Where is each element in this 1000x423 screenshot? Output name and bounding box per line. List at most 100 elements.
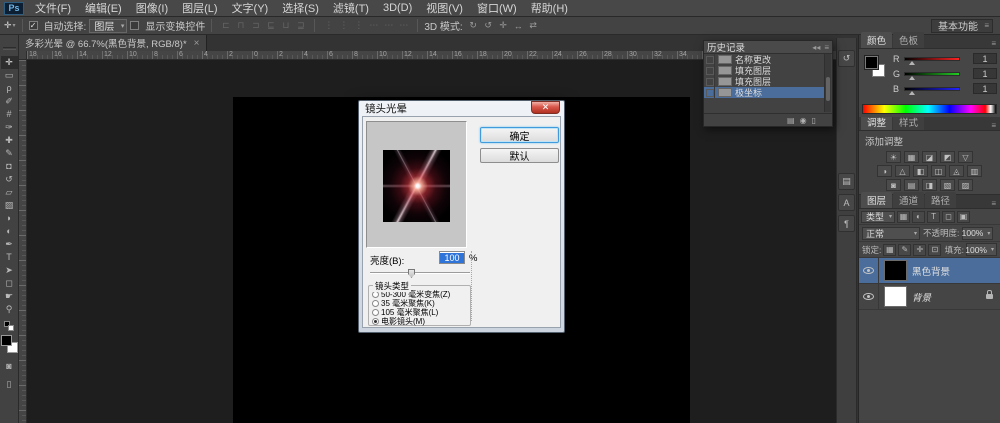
hand-tool[interactable]: ☛	[1, 290, 18, 303]
history-panel-icon[interactable]: ↺	[838, 50, 855, 67]
selective-color-icon[interactable]: ▨	[958, 179, 973, 191]
type-tool[interactable]: T	[1, 251, 18, 264]
menu-item[interactable]: 窗口(W)	[470, 0, 524, 16]
ok-button[interactable]: 确定	[480, 127, 559, 143]
lock-pixels-icon[interactable]: ✎	[898, 244, 911, 256]
menu-item[interactable]: 文件(F)	[28, 0, 78, 16]
align-horizontal-centers-icon[interactable]: ⊓	[233, 19, 248, 33]
menu-item[interactable]: 帮助(H)	[524, 0, 575, 16]
brightness-slider[interactable]	[370, 272, 470, 274]
tab-channels[interactable]: 通道	[893, 192, 924, 208]
tab-paths[interactable]: 路径	[925, 192, 956, 208]
panel-menu-icon[interactable]: ≡	[991, 199, 998, 208]
distribute-bottom-icon[interactable]: ⋮	[351, 19, 366, 33]
color-spectrum-ramp[interactable]	[862, 104, 997, 114]
shape-layer-filter-icon[interactable]: ◻	[942, 211, 955, 223]
move-tool[interactable]: ✛	[1, 56, 18, 69]
eraser-tool[interactable]: ▱	[1, 186, 18, 199]
panel-menu-icon[interactable]: ≡	[824, 43, 829, 52]
curves-icon[interactable]: ◪	[922, 151, 937, 163]
channel-value[interactable]: 1	[973, 83, 997, 94]
menu-item[interactable]: 图层(L)	[175, 0, 224, 16]
align-top-edges-icon[interactable]: ⊑	[263, 19, 278, 33]
menu-item[interactable]: 3D(D)	[376, 2, 419, 14]
slider-thumb[interactable]	[408, 269, 415, 278]
channel-slider[interactable]	[904, 87, 960, 91]
channel-mixer-icon[interactable]: ◬	[949, 165, 964, 177]
default-button[interactable]: 默认	[480, 148, 559, 163]
slider-thumb-icon[interactable]	[909, 73, 915, 80]
history-brush-tool[interactable]: ↺	[1, 173, 18, 186]
color-lookup-icon[interactable]: ▥	[967, 165, 982, 177]
paragraph-panel-icon[interactable]: ¶	[838, 215, 855, 232]
3d-roll-icon[interactable]: ↺	[481, 19, 496, 33]
current-tool-preset[interactable]: ✛ ▾	[4, 20, 16, 31]
menu-item[interactable]: 图像(I)	[129, 0, 175, 16]
character-panel-icon[interactable]: A	[838, 194, 855, 211]
menu-item[interactable]: 编辑(E)	[78, 0, 129, 16]
3d-slide-icon[interactable]: ↔	[511, 19, 526, 33]
channel-slider[interactable]	[904, 72, 960, 76]
black-white-icon[interactable]: ◧	[913, 165, 928, 177]
new-doc-from-state-icon[interactable]: ▤	[787, 116, 795, 125]
exposure-icon[interactable]: ◩	[940, 151, 955, 163]
document-tab[interactable]: 多彩光晕 @ 66.7%(黑色背景, RGB/8)* ×	[19, 35, 207, 51]
screen-mode-button[interactable]: ▯	[1, 378, 18, 391]
lens-type-radio[interactable]: 电影镜头(M)	[369, 317, 470, 326]
delete-state-icon[interactable]: ▯	[812, 116, 816, 125]
clone-stamp-tool[interactable]: ◘	[1, 160, 18, 173]
channel-slider[interactable]	[904, 57, 960, 61]
foreground-color-swatch[interactable]	[1, 335, 12, 346]
tab-swatches[interactable]: 色板	[893, 32, 924, 48]
align-vertical-centers-icon[interactable]: ⊔	[278, 19, 293, 33]
shape-tool[interactable]: ◻	[1, 277, 18, 290]
smart-object-filter-icon[interactable]: ▣	[957, 211, 970, 223]
eyedropper-tool[interactable]: ✑	[1, 121, 18, 134]
tab-layers[interactable]: 图层	[861, 192, 892, 208]
brush-tool[interactable]: ✎	[1, 147, 18, 160]
history-item[interactable]: 填充图层	[704, 76, 824, 87]
3d-rotate-icon[interactable]: ↻	[466, 19, 481, 33]
spot-healing-tool[interactable]: ✚	[1, 134, 18, 147]
history-item[interactable]: 极坐标	[704, 87, 824, 98]
align-right-edges-icon[interactable]: ⊐	[248, 19, 263, 33]
lock-transparent-icon[interactable]: ▦	[883, 244, 896, 256]
default-colors-icon[interactable]	[4, 321, 14, 331]
opacity-field[interactable]: 100%	[962, 227, 993, 240]
gradient-map-icon[interactable]: ▧	[940, 179, 955, 191]
3d-scale-icon[interactable]: ⇄	[526, 19, 541, 33]
history-source-checkbox[interactable]	[704, 54, 715, 65]
menu-item[interactable]: 选择(S)	[275, 0, 326, 16]
slider-thumb-icon[interactable]	[909, 88, 915, 95]
pixel-layer-filter-icon[interactable]: ▦	[897, 211, 910, 223]
menu-item[interactable]: 文字(Y)	[225, 0, 276, 16]
blur-tool[interactable]: ◗	[1, 212, 18, 225]
hue-saturation-icon[interactable]: ◑	[877, 165, 892, 177]
levels-icon[interactable]: ▦	[904, 151, 919, 163]
dodge-tool[interactable]: ◐	[1, 225, 18, 238]
scrollbar-thumb[interactable]	[826, 77, 830, 101]
distribute-horizontal-centers-icon[interactable]: ⋯	[381, 19, 396, 33]
collapse-panel-icon[interactable]: ◂◂	[812, 43, 820, 52]
auto-select-target-dropdown[interactable]: 图层	[89, 19, 127, 33]
panel-menu-icon[interactable]: ≡	[991, 121, 998, 130]
distribute-right-icon[interactable]: ⋯	[396, 19, 411, 33]
color-balance-icon[interactable]: △	[895, 165, 910, 177]
flare-preview-image[interactable]	[383, 150, 450, 222]
gradient-tool[interactable]: ▨	[1, 199, 18, 212]
pen-tool[interactable]: ✒	[1, 238, 18, 251]
toolstrip-grip[interactable]	[3, 47, 16, 50]
vibrance-icon[interactable]: ▽	[958, 151, 973, 163]
quick-mask-button[interactable]: ◙	[1, 359, 18, 372]
quick-selection-tool[interactable]: ✐	[1, 95, 18, 108]
auto-select-checkbox[interactable]	[29, 21, 38, 30]
visibility-toggle[interactable]	[859, 258, 879, 283]
marquee-tool[interactable]: ▭	[1, 69, 18, 82]
show-transform-checkbox[interactable]	[130, 21, 139, 30]
layer-filter-type-dropdown[interactable]: 类型	[861, 211, 895, 223]
lock-all-icon[interactable]: ⊡	[928, 244, 941, 256]
align-left-edges-icon[interactable]: ⊏	[218, 19, 233, 33]
path-selection-tool[interactable]: ➤	[1, 264, 18, 277]
history-source-checkbox[interactable]	[704, 76, 715, 87]
history-scrollbar[interactable]	[824, 54, 831, 112]
